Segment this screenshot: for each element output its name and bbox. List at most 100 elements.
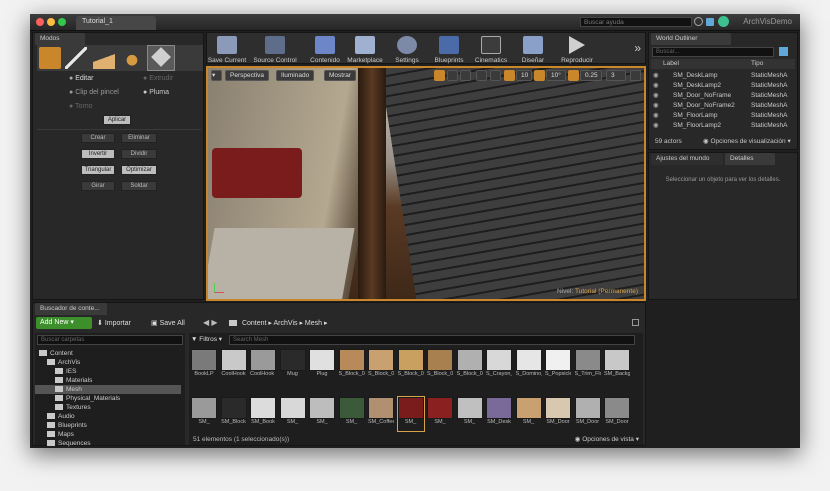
asset-tile[interactable]: S_Block_09 [456,349,483,383]
asset-tile[interactable]: Mug [279,349,306,383]
grid-snap-icon[interactable] [504,70,515,81]
back-arrow-icon[interactable]: ◀ ▶ [203,318,218,327]
viewport-options-button[interactable]: ▾ [211,70,222,81]
asset-tile[interactable]: SM_ [279,397,306,431]
eye-icon[interactable]: ◉ [653,121,659,130]
save-all-button[interactable]: ▣ Save All [151,319,185,327]
feedback-icon[interactable] [706,18,714,26]
col-type-header[interactable]: Tipo [751,59,763,69]
folder-tree-item[interactable]: Sequences [35,439,181,448]
maximize-viewport-icon[interactable] [630,70,641,81]
breadcrumb-archvis[interactable]: ArchVis [274,320,298,327]
asset-tile[interactable]: CoolHook Backing [250,349,276,383]
asset-tile[interactable]: SM_Desk [486,397,512,431]
optimize-button[interactable]: Optimizar [121,165,157,175]
triangulate-button[interactable]: Triangular [81,165,115,175]
asset-view-options[interactable]: ◉ Opciones de vista ▾ [575,435,639,443]
asset-tile[interactable]: S_Block_02 [368,349,394,383]
modes-tab[interactable]: Modos [35,33,85,45]
asset-tile[interactable]: S_Block_07 [427,349,453,383]
camera-speed-button[interactable]: 3 [606,70,626,81]
asset-tile[interactable]: S_Block_05 [397,349,424,383]
eye-icon[interactable]: ◉ [653,91,659,100]
landscape-mode-icon[interactable] [93,47,115,69]
asset-tile[interactable]: S_Popsicle Stick_01 [545,349,571,383]
asset-tile[interactable]: SM_Door [574,397,601,431]
asset-tile[interactable]: SM_ [427,397,453,431]
folder-tree-item[interactable]: Blueprints [35,421,181,430]
folder-tree-item[interactable]: Maps [35,430,181,439]
outliner-search-input[interactable]: Buscar... [652,47,774,57]
show-button[interactable]: Mostrar [324,70,357,81]
apply-button[interactable]: Aplicar [103,115,131,125]
asset-tile[interactable]: SM_ [191,397,217,431]
flip-button[interactable]: Invertir [81,149,115,159]
asset-tile[interactable]: SM_Coffee [368,397,394,431]
content-browser-tab[interactable]: Buscador de conte... [35,303,107,315]
add-new-button[interactable]: Add New ▾ [36,317,92,329]
mode-option-lathe[interactable]: ● Torno [69,103,93,110]
outliner-row[interactable]: ◉ SM_FloorLamp StaticMeshA [651,111,795,120]
viewport[interactable]: ▾ Perspectiva Iluminado Mostrar 10 10° 0… [206,66,646,301]
search-icon[interactable] [694,17,703,26]
outliner-row[interactable]: ◉ SM_Door_NoFrame StaticMeshA [651,91,795,100]
eye-icon[interactable]: ◉ [653,101,659,110]
asset-tile[interactable]: SM_ [396,396,425,432]
folder-tree-item[interactable]: Content [35,349,181,358]
perspective-button[interactable]: Perspectiva [225,70,269,81]
world-outliner-tab[interactable]: World Outliner [651,33,731,45]
angle-snap-icon[interactable] [534,70,545,81]
world-space-icon[interactable] [476,70,487,81]
geometry-mode-icon[interactable] [147,45,175,71]
asset-tile[interactable]: BookLP [191,349,217,383]
split-button[interactable]: Dividir [121,149,157,159]
import-button[interactable]: ⬇ Importar [97,319,131,327]
angle-snap-value[interactable]: 10° [546,70,566,81]
create-button[interactable]: Crear [81,133,115,143]
mode-option-edit[interactable]: ● Editar [69,75,93,82]
mode-option-extrude[interactable]: ● Extrudir [143,75,173,82]
eye-icon[interactable]: ◉ [653,81,659,90]
scale-tool-icon[interactable] [460,70,471,81]
rotate-tool-icon[interactable] [447,70,458,81]
outliner-row[interactable]: ◉ SM_DeskLamp2 StaticMeshA [651,81,795,90]
breadcrumb-content[interactable]: Content [242,320,267,327]
asset-tile[interactable]: SM_Book [250,397,276,431]
folder-tree-item[interactable]: ArchVis [35,358,181,367]
folder-search-input[interactable]: Buscar carpetas [37,335,183,345]
help-search-input[interactable]: Buscar ayuda [580,17,692,27]
delete-button[interactable]: Eliminar [121,133,157,143]
filters-button[interactable]: ▼ Filtros ▾ [191,335,225,345]
level-tab[interactable]: Tutorial_1 [76,16,156,30]
folder-tree-item[interactable]: Textures [35,403,181,412]
weld-button[interactable]: Soldar [121,181,157,191]
details-tab[interactable]: Detalles [725,153,775,165]
surface-snap-icon[interactable] [490,70,501,81]
folder-tree-item[interactable]: Physical_Materials [35,394,181,403]
folder-tree-item[interactable]: IES [35,367,181,376]
folder-tree-item[interactable]: Materials [35,376,181,385]
place-mode-icon[interactable] [39,47,61,69]
asset-search-input[interactable]: Search Mesh [229,335,635,345]
asset-tile[interactable]: SM_ [456,397,483,431]
asset-tile[interactable]: SM_Block [220,397,247,431]
asset-tile[interactable]: SM_ [309,397,335,431]
asset-tile[interactable]: S_Domino_Single_01 [515,349,542,383]
scale-snap-value[interactable]: 0.25 [580,70,602,81]
mode-option-pen[interactable]: ● Pluma [143,89,169,96]
asset-tile[interactable]: SM_ [338,397,365,431]
outliner-row[interactable]: ◉ SM_DeskLamp StaticMeshA [651,71,795,80]
eye-icon[interactable]: ◉ [653,111,659,120]
translate-tool-icon[interactable] [434,70,445,81]
mode-option-brush-clip[interactable]: ● Clip del pincel [69,89,119,96]
minimize-window-button[interactable] [47,18,55,26]
scale-snap-icon[interactable] [568,70,579,81]
outliner-settings-icon[interactable] [779,47,788,56]
close-window-button[interactable] [36,18,44,26]
asset-tile[interactable]: S_Trim_Floor [574,349,601,383]
outliner-row[interactable]: ◉ SM_FloorLamp2 StaticMeshA [651,121,795,130]
asset-tile[interactable]: CoolHook [220,349,247,383]
grid-snap-value[interactable]: 10 [516,70,532,81]
asset-tile[interactable]: SM_Background [604,349,630,383]
folder-tree-item[interactable]: Mesh [35,385,181,394]
